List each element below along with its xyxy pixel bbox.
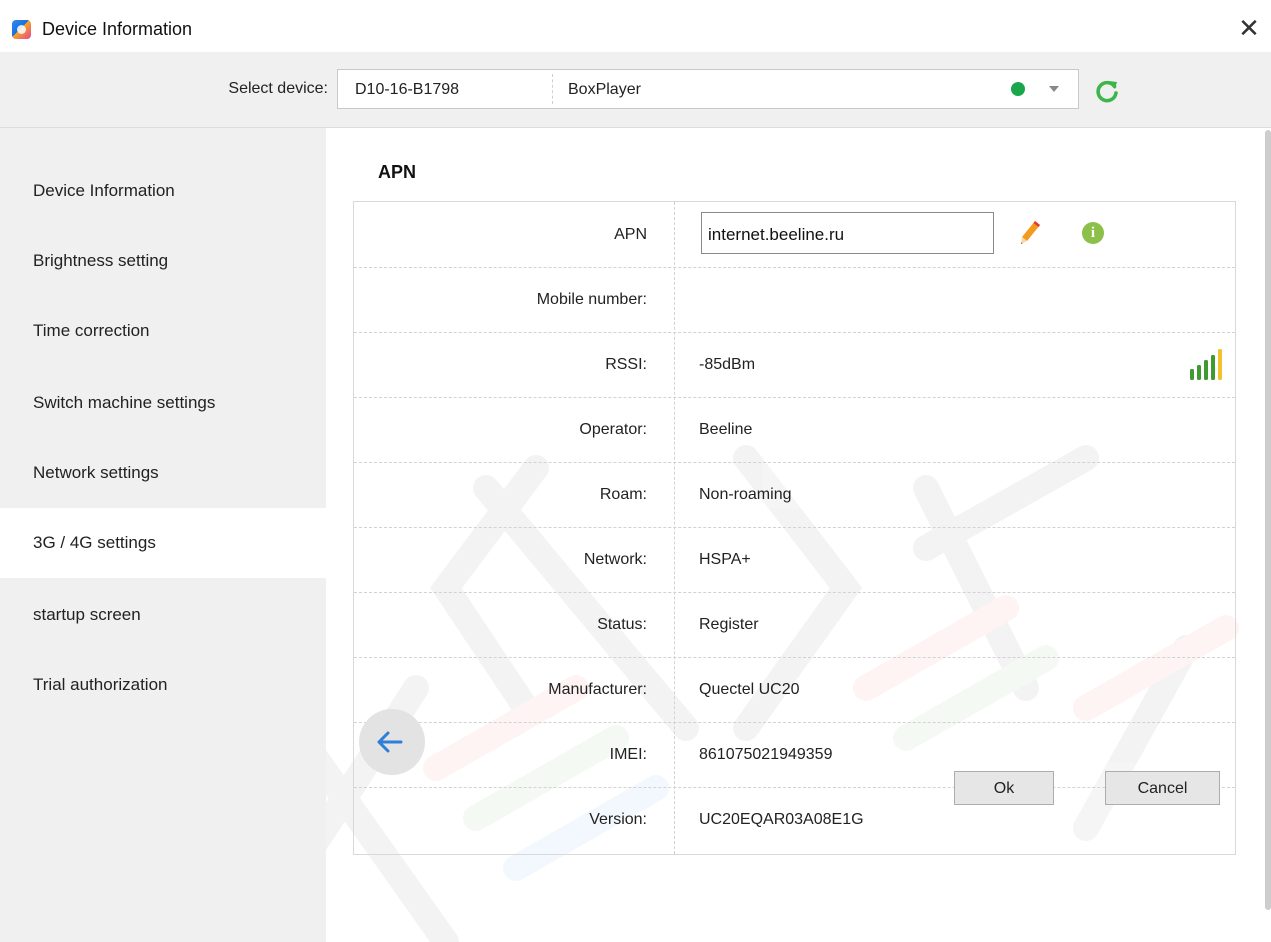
title-bar: Device Information ✕ <box>0 0 1271 52</box>
table-row: Status: Register <box>354 592 1235 658</box>
apn-input[interactable] <box>701 212 994 254</box>
device-select-dropdown[interactable]: D10-16-B1798 BoxPlayer <box>337 69 1079 109</box>
back-button[interactable] <box>359 709 425 775</box>
sidebar-item-device-information[interactable]: Device Information <box>0 156 326 226</box>
cancel-button[interactable]: Cancel <box>1105 771 1220 805</box>
online-status-dot-icon <box>1011 82 1025 96</box>
operator-value: Beeline <box>699 421 753 438</box>
sidebar-item-switch-machine-settings[interactable]: Switch machine settings <box>0 368 326 438</box>
imei-value: 861075021949359 <box>699 746 833 763</box>
refresh-icon[interactable] <box>1094 78 1120 104</box>
apn-info-table: APN i Mobile number: RSSI: -85dBm <box>353 201 1236 855</box>
back-arrow-icon <box>377 731 403 753</box>
app-logo-icon <box>12 20 31 39</box>
status-value: Register <box>699 616 759 633</box>
table-row: APN i <box>354 202 1235 268</box>
close-icon[interactable]: ✕ <box>1235 14 1263 42</box>
manufacturer-value: Quectel UC20 <box>699 681 800 698</box>
info-icon[interactable]: i <box>1082 222 1104 244</box>
network-value: HSPA+ <box>699 551 751 568</box>
sidebar-item-3g-4g-settings[interactable]: 3G / 4G settings <box>0 508 326 578</box>
rssi-value: -85dBm <box>699 356 756 373</box>
window-title: Device Information <box>42 19 193 39</box>
device-id-text: D10-16-B1798 <box>355 81 460 98</box>
table-row: RSSI: -85dBm <box>354 332 1235 398</box>
version-label: Version: <box>589 811 647 828</box>
roam-label: Roam: <box>599 486 647 503</box>
table-row: Roam: Non-roaming <box>354 462 1235 528</box>
apn-settings-panel: APN APN i Mobile number: RSSI: -85dBm <box>326 128 1271 942</box>
sidebar-item-time-correction[interactable]: Time correction <box>0 296 326 366</box>
select-device-label: Select device: <box>228 80 328 97</box>
ok-button[interactable]: Ok <box>954 771 1054 805</box>
rssi-label: RSSI: <box>605 356 647 373</box>
table-row: Mobile number: <box>354 267 1235 333</box>
section-title: APN <box>378 162 417 182</box>
content-scrollbar[interactable] <box>1265 128 1271 912</box>
sidebar-item-network-settings[interactable]: Network settings <box>0 438 326 508</box>
table-row: Version: UC20EQAR03A08E1G <box>354 787 1235 852</box>
settings-sidebar: Device Information Brightness setting Ti… <box>0 128 326 942</box>
signal-strength-icon <box>1190 349 1222 380</box>
edit-pencil-icon[interactable] <box>1018 219 1042 247</box>
device-toolbar: Select device: D10-16-B1798 BoxPlayer <box>0 52 1271 128</box>
device-select-divider <box>552 74 553 104</box>
sidebar-item-brightness-setting[interactable]: Brightness setting <box>0 226 326 296</box>
apn-label: APN <box>614 226 647 243</box>
table-row: IMEI: 861075021949359 <box>354 722 1235 788</box>
sidebar-item-startup-screen[interactable]: startup screen <box>0 580 326 650</box>
scrollbar-thumb[interactable] <box>1265 130 1271 910</box>
status-label: Status: <box>597 616 647 633</box>
roam-value: Non-roaming <box>699 486 792 503</box>
mobile-number-label: Mobile number: <box>536 291 647 308</box>
network-label: Network: <box>583 551 647 568</box>
device-name-text: BoxPlayer <box>568 81 641 98</box>
version-value: UC20EQAR03A08E1G <box>699 811 864 828</box>
operator-label: Operator: <box>579 421 647 438</box>
dropdown-arrow-icon[interactable] <box>1049 86 1059 92</box>
table-row: Network: HSPA+ <box>354 527 1235 593</box>
table-row: Operator: Beeline <box>354 397 1235 463</box>
table-row: Manufacturer: Quectel UC20 <box>354 657 1235 723</box>
sidebar-item-trial-authorization[interactable]: Trial authorization <box>0 650 326 720</box>
